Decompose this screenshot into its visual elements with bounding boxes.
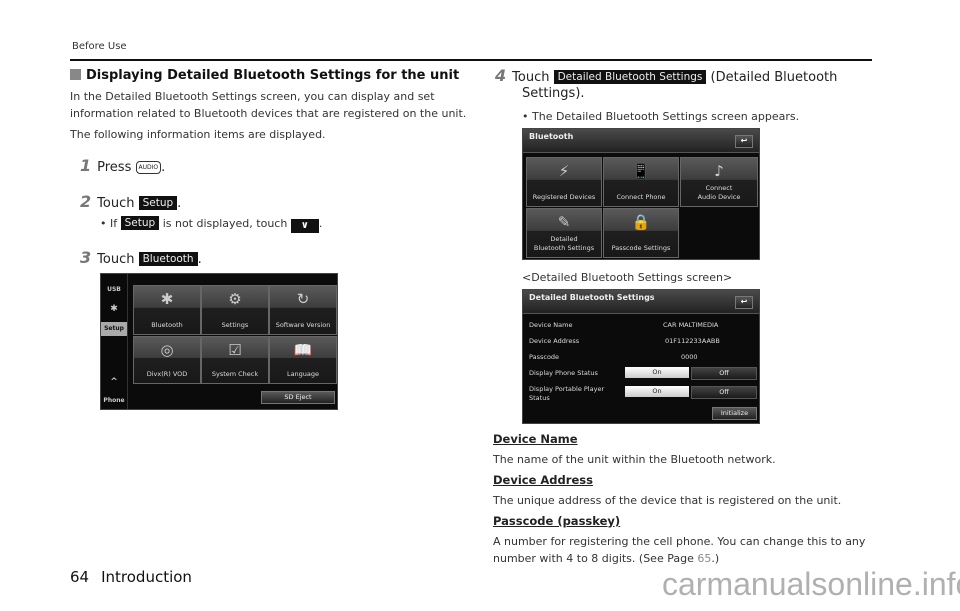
screen-caption: <Detailed Bluetooth Settings screen> — [522, 271, 733, 284]
tile-registered-devices[interactable]: ⚡ Registered Devices — [526, 157, 602, 207]
disc-icon: ◎ — [160, 341, 174, 359]
tile-language[interactable]: 📖 Language — [269, 336, 337, 384]
book-icon: 📖 — [293, 341, 313, 359]
tile-bluetooth[interactable]: ✱ Bluetooth — [133, 285, 201, 335]
desc-device-name: The name of the unit within the Bluetoot… — [493, 453, 776, 466]
setup-chip: Setup — [120, 216, 160, 230]
step-4-line2: Settings). — [522, 86, 585, 101]
chapter-name: Introduction — [101, 568, 192, 586]
tile-software-version[interactable]: ↻ Software Version — [269, 285, 337, 335]
tile-settings[interactable]: ⚙ Settings — [201, 285, 269, 335]
sidebar-bluetooth-icon[interactable]: ✱ — [101, 304, 127, 314]
phone-icon: 📱 — [631, 162, 651, 180]
audio-key: AUDIO — [135, 161, 162, 174]
bluetooth-icon: ✱ — [160, 290, 174, 308]
sidebar-phone[interactable]: Phone — [101, 397, 127, 404]
page-number: 64 — [70, 568, 90, 586]
detailed-screen-title: Detailed Bluetooth Settings ↩ — [523, 290, 759, 314]
tile-detailed-bluetooth-settings[interactable]: ✎ Detailed Bluetooth Settings — [526, 208, 602, 258]
music-player-icon: ♪ — [714, 162, 724, 180]
step-2: 2 Touch Setup. — [80, 192, 182, 211]
page-reference-link[interactable]: 65 — [697, 552, 711, 565]
phone-status-off-button[interactable]: Off — [691, 367, 757, 380]
bluetooth-screen-title: Bluetooth ↩ — [523, 129, 759, 153]
detailed-settings-screen-image: Detailed Bluetooth Settings ↩ Device Nam… — [522, 289, 760, 424]
bluetooth-screen-image: Bluetooth ↩ ⚡ Registered Devices 📱 Connect… — [522, 128, 760, 260]
desc-passcode: A number for registering the cell phone.… — [493, 535, 866, 565]
intro-text: In the Detailed Bluetooth Settings scree… — [70, 90, 467, 141]
devices-icon: ⚡ — [558, 162, 570, 180]
player-status-on-button[interactable]: On — [625, 386, 689, 397]
tile-divx-vod[interactable]: ◎ Divx(R) VOD — [133, 336, 201, 384]
bluetooth-chip: Bluetooth — [138, 252, 198, 266]
step-1: 1 Press AUDIO. — [80, 156, 166, 175]
lock-icon: 🔒 — [631, 213, 651, 231]
phone-status-on-button[interactable]: On — [625, 367, 689, 378]
step-3: 3 Touch Bluetooth. — [80, 248, 202, 267]
checklist-icon: ☑ — [228, 341, 242, 359]
step-4: 4 Touch Detailed Bluetooth Settings (Deta… — [495, 66, 838, 85]
sidebar-setup[interactable]: Setup — [101, 322, 127, 336]
watermark: carmanualsonline.info — [662, 566, 960, 602]
tools-icon: ✎ — [557, 213, 571, 231]
header-rule — [70, 59, 872, 61]
step-4-bullet: • The Detailed Bluetooth Settings screen… — [522, 110, 800, 123]
tile-passcode-settings[interactable]: 🔒 Passcode Settings — [603, 208, 679, 258]
sidebar-usb[interactable]: USB — [101, 286, 127, 293]
chevron-down-icon: ∨ — [290, 219, 319, 233]
setup-screen-image: USB ✱ Setup ^ Phone ✱ Bluetooth ⚙ Settings… — [100, 273, 338, 410]
page-footer: 64 Introduction — [70, 568, 192, 586]
square-bullet-icon — [70, 69, 81, 80]
detailed-bluetooth-settings-chip: Detailed Bluetooth Settings — [553, 70, 707, 84]
sidebar-up-arrow-icon[interactable]: ^ — [101, 377, 127, 387]
running-header: Before Use — [72, 41, 127, 52]
tile-system-check[interactable]: ☑ System Check — [201, 336, 269, 384]
desc-device-address: The unique address of the device that is… — [493, 494, 842, 507]
gear-wrench-icon: ⚙ — [228, 290, 242, 308]
row-passcode: Passcode 0000 — [529, 353, 698, 361]
step-2-bullet: • If Setup is not displayed, touch ∨. — [100, 216, 323, 233]
back-icon[interactable]: ↩ — [735, 135, 753, 148]
term-device-name: Device Name — [493, 432, 578, 446]
term-device-address: Device Address — [493, 473, 593, 487]
back-icon[interactable]: ↩ — [735, 296, 753, 309]
initialize-button[interactable]: Initialize — [712, 407, 757, 420]
term-passcode: Passcode (passkey) — [493, 514, 621, 528]
refresh-icon: ↻ — [296, 290, 310, 308]
row-device-name: Device Name CAR MALTIMEDIA — [529, 321, 719, 329]
setup-chip: Setup — [138, 196, 178, 210]
section-title: Displaying Detailed Bluetooth Settings f… — [70, 68, 459, 83]
sd-eject-button[interactable]: SD Eject — [261, 391, 335, 404]
tile-connect-phone[interactable]: 📱 Connect Phone — [603, 157, 679, 207]
setup-sidebar: USB ✱ Setup ^ Phone — [101, 274, 128, 409]
row-device-address: Device Address 01F112233AABB — [529, 337, 720, 345]
tile-connect-audio-device[interactable]: ♪ Connect Audio Device — [680, 157, 758, 207]
player-status-off-button[interactable]: Off — [691, 386, 757, 399]
